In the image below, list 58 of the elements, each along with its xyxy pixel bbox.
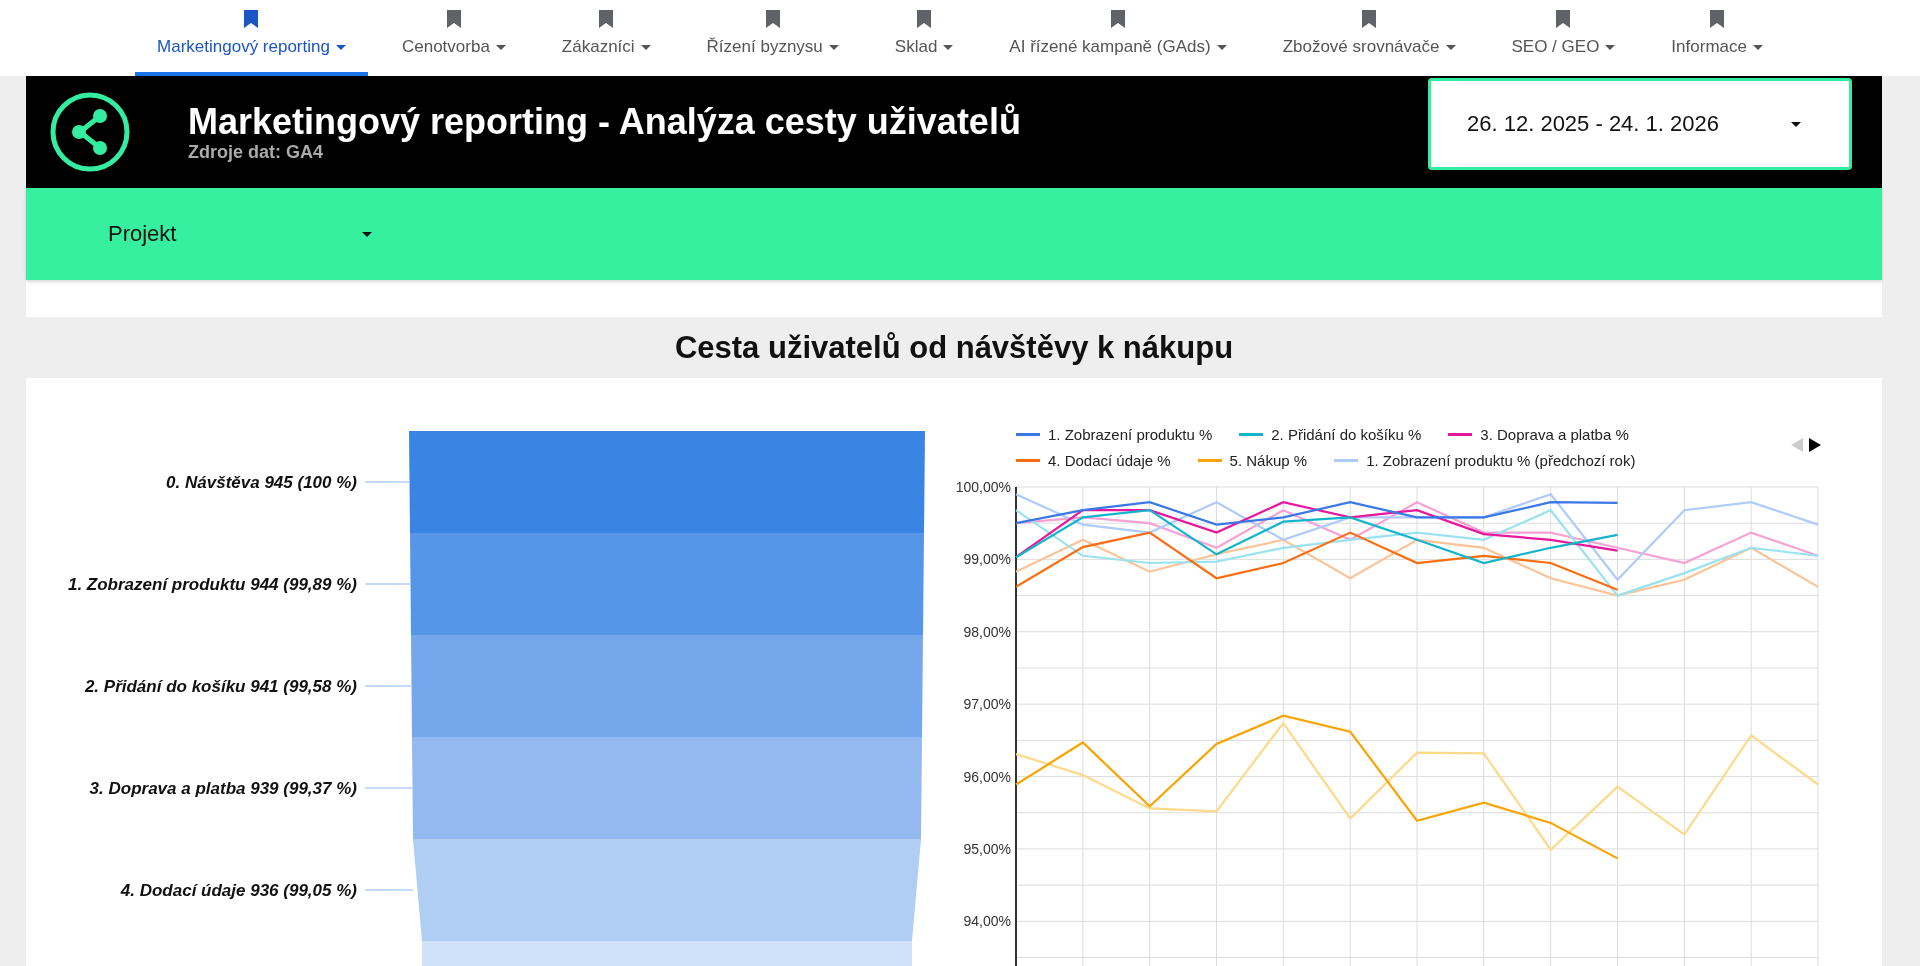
bookmark-icon xyxy=(599,10,614,28)
bookmark-icon xyxy=(1362,10,1377,28)
bookmark-icon xyxy=(244,10,259,28)
caret-icon xyxy=(943,44,954,50)
legend-item: 3. Doprava a platba % xyxy=(1448,426,1629,443)
funnel-step-label: 3. Doprava a platba 939 (99,37 %) xyxy=(89,779,357,798)
caret-icon xyxy=(1445,44,1456,50)
data-source-label: Zdroje dat: GA4 xyxy=(188,141,323,163)
bookmark-icon xyxy=(765,10,780,28)
share-logo-icon xyxy=(50,92,130,172)
leader-line xyxy=(364,583,411,585)
nav-tab[interactable]: Zákazníci xyxy=(539,0,673,76)
caret-icon xyxy=(335,44,346,50)
bookmark-icon xyxy=(917,10,932,28)
section-title: Cesta uživatelů od návštěvy k nákupu xyxy=(26,317,1882,378)
caret-icon xyxy=(1216,44,1227,50)
caret-icon xyxy=(1791,121,1801,127)
caret-icon xyxy=(1752,44,1763,50)
legend-item: 2. Přidání do košíku % xyxy=(1239,426,1422,443)
report-title: Marketingový reporting - Analýza cesty uživatelů xyxy=(188,101,1022,142)
nav-tab[interactable]: Zbožové srovnávače xyxy=(1260,0,1478,76)
funnel-step-label: 2. Přidání do košíku 941 (99,58 %) xyxy=(84,677,357,696)
funnel-step-label: 1. Zobrazení produktu 944 (99,89 %) xyxy=(67,575,357,594)
date-range-picker[interactable]: 26. 12. 2025 - 24. 1. 2026 xyxy=(1428,78,1852,170)
legend-item: 4. Dodací údaje % xyxy=(1016,452,1171,469)
nav-tab[interactable]: Sklad xyxy=(872,0,976,76)
nav-tab[interactable]: Informace xyxy=(1649,0,1785,76)
legend-item: 1. Zobrazení produktu % (předchozí rok) xyxy=(1334,452,1636,469)
legend-item: 1. Zobrazení produktu % xyxy=(1016,426,1213,443)
funnel-step-label: 0. Návštěva 945 (100 %) xyxy=(166,473,357,492)
y-axis-label: 99,00% xyxy=(963,551,1011,568)
legend-item: 5. Nákup % xyxy=(1197,452,1308,469)
nav-tab[interactable]: Cenotvorba xyxy=(379,0,528,76)
caret-icon xyxy=(828,44,839,50)
nav-tab[interactable]: SEO / GEO xyxy=(1489,0,1638,76)
y-axis-label: 98,00% xyxy=(963,624,1011,641)
caret-icon xyxy=(640,44,651,50)
next-page-icon[interactable] xyxy=(1808,438,1822,452)
y-axis-label: 95,00% xyxy=(963,841,1011,858)
y-axis-label: 94,00% xyxy=(963,913,1011,930)
leader-line xyxy=(364,889,414,891)
y-axis-label: 100,00% xyxy=(955,479,1011,496)
bookmark-icon xyxy=(446,10,461,28)
nav-tab[interactable]: Řízení byznysu xyxy=(684,0,861,76)
leader-line xyxy=(364,787,413,789)
caret-icon xyxy=(1605,44,1616,50)
project-dropdown[interactable]: Projekt xyxy=(82,211,382,257)
funnel-step-label: 4. Dodací údaje 936 (99,05 %) xyxy=(120,881,357,900)
bookmark-icon xyxy=(1111,10,1125,28)
bookmark-icon xyxy=(1556,10,1571,28)
caret-icon xyxy=(362,231,372,237)
bookmark-icon xyxy=(1710,10,1725,28)
leader-line xyxy=(364,685,412,687)
nav-tab[interactable]: AI řízené kampaně (GAds) xyxy=(987,0,1249,76)
caret-icon xyxy=(495,44,506,50)
y-axis-label: 97,00% xyxy=(963,696,1011,713)
y-axis-label: 96,00% xyxy=(963,768,1011,785)
leader-line xyxy=(364,481,410,483)
